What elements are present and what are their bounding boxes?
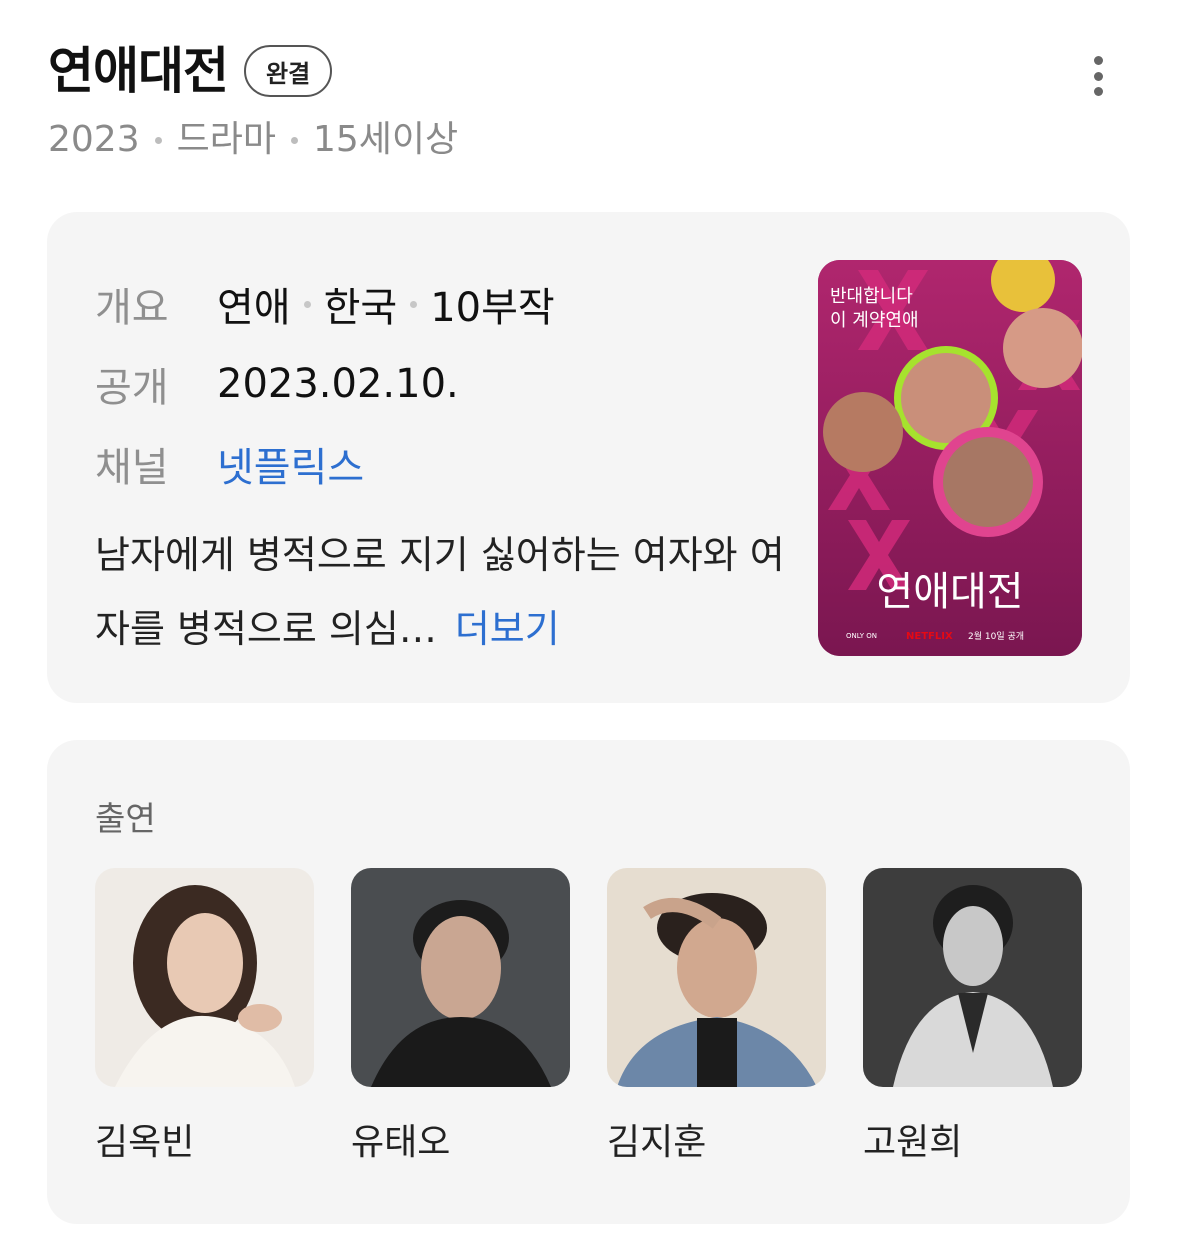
info-card: 개요 연애 한국 10부작 공개 2023.02.10. 채널 넷플릭스 남자에… — [47, 212, 1130, 703]
channel-row: 채널 넷플릭스 — [95, 424, 555, 504]
cast-section-title: 출연 — [95, 799, 156, 838]
meta-genre: 드라마 — [176, 119, 276, 160]
channel-label: 채널 — [95, 445, 169, 491]
overview-episodes: 10부작 — [430, 285, 555, 331]
cast-name: 김지훈 — [607, 1122, 707, 1163]
status-badge: 완결 — [244, 45, 333, 97]
cast-photo-art — [863, 868, 1082, 1087]
more-options-icon[interactable] — [1090, 56, 1106, 96]
separator-dot — [154, 136, 162, 144]
separator-dot — [291, 136, 298, 144]
meta-line: 2023 드라마 15세이상 — [48, 116, 1138, 164]
meta-year: 2023 — [48, 119, 140, 160]
kebab-dot — [1093, 56, 1103, 65]
release-label: 공개 — [95, 365, 169, 411]
cast-name: 김옥빈 — [95, 1122, 195, 1163]
kebab-dot — [1093, 87, 1103, 96]
header: 연애대전 완결 2023 드라마 15세이상 — [48, 38, 1138, 168]
poster-art: 반대합니다 이 계약연애 연애대전 ONLY ON NETFLIX 2월 10일… — [818, 260, 1082, 656]
release-row: 공개 2023.02.10. — [95, 344, 555, 424]
cast-photo-art — [95, 868, 314, 1087]
meta-rating: 15세이상 — [313, 119, 459, 160]
cast-photo — [863, 868, 1082, 1087]
poster-tagline-1: 반대합니다 — [830, 286, 913, 307]
overview-country: 한국 — [323, 285, 398, 331]
cast-member[interactable]: 고원희 — [863, 868, 1082, 1165]
cast-member[interactable]: 김옥빈 — [95, 868, 314, 1165]
poster-face-woman-right — [1003, 308, 1082, 388]
poster-face-man-center — [943, 437, 1033, 527]
cast-photo-art — [351, 868, 570, 1087]
channel-link[interactable]: 넷플릭스 — [217, 435, 364, 493]
poster-title-art: 연애대전 — [876, 569, 1023, 615]
cast-list: 김옥빈 유태오 김지훈 고원희 — [95, 868, 1082, 1165]
poster-only-on: ONLY ON — [846, 632, 877, 640]
overview-label: 개요 — [95, 285, 169, 331]
cast-member[interactable]: 유태오 — [351, 868, 570, 1165]
info-rows: 개요 연애 한국 10부작 공개 2023.02.10. 채널 넷플릭스 — [95, 264, 555, 504]
overview-row: 개요 연애 한국 10부작 — [95, 264, 555, 344]
overview-value: 연애 한국 10부작 — [217, 275, 555, 333]
more-link[interactable]: 더보기 — [455, 607, 560, 651]
cast-card: 출연 김옥빈 유태오 김지훈 고원희 — [47, 740, 1130, 1224]
poster-brand: NETFLIX — [906, 631, 953, 642]
cast-photo-art — [607, 868, 826, 1087]
synopsis: 남자에게 병적으로 지기 싫어하는 여자와 여자를 병적으로 의심… 더보기 — [95, 518, 785, 666]
cast-photo — [351, 868, 570, 1087]
cast-photo — [95, 868, 314, 1087]
cast-name: 고원희 — [863, 1122, 963, 1163]
separator-dot — [410, 300, 418, 308]
synopsis-text: 남자에게 병적으로 지기 싫어하는 여자와 여자를 병적으로 의심… — [95, 533, 785, 651]
page-title: 연애대전 — [48, 42, 229, 100]
overview-genre: 연애 — [217, 285, 291, 331]
cast-photo — [607, 868, 826, 1087]
title-row: 연애대전 완결 — [48, 38, 1138, 104]
cast-name: 유태오 — [351, 1122, 451, 1163]
kebab-dot — [1093, 71, 1103, 81]
poster-image[interactable]: 반대합니다 이 계약연애 연애대전 ONLY ON NETFLIX 2월 10일… — [818, 260, 1082, 656]
cast-member[interactable]: 김지훈 — [607, 868, 826, 1165]
release-date: 2023.02.10. — [217, 361, 459, 407]
poster-tagline-2: 이 계약연애 — [830, 310, 919, 331]
poster-release: 2월 10일 공개 — [968, 630, 1024, 642]
poster-face-man-left — [823, 392, 903, 472]
separator-dot — [303, 300, 311, 308]
